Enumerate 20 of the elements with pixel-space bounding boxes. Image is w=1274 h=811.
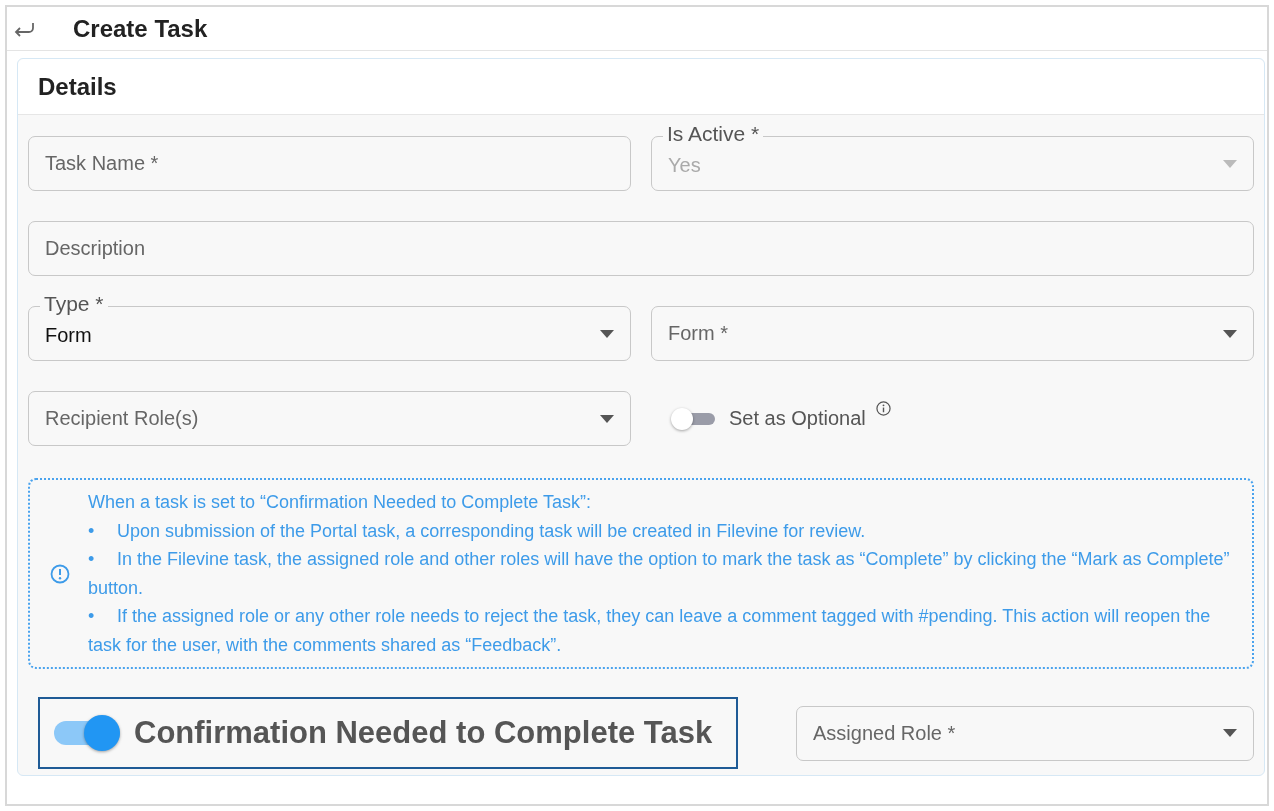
section-title: Details	[18, 59, 1264, 115]
text-field[interactable]: Description	[28, 221, 1254, 276]
page-title: Create Task	[73, 14, 208, 43]
note-intro: When a task is set to “Confirmation Needed to Complete Task”:	[88, 491, 592, 514]
toggle-label: Set as Optional	[729, 407, 866, 430]
bullet-point: • In the Filevine task, the assigned role and other roles will have the option to mark the task as “Complete” by clicking the “Mark as Complete” button.	[88, 548, 1231, 600]
alert-icon	[50, 563, 70, 584]
select-field[interactable]: Assigned Role *	[796, 705, 1254, 761]
toggle-label: Confirmation Needed to Complete Task	[134, 715, 713, 751]
bullet-point: • If the assigned role or any other role needs to reject the task, they can leave a comment tagged with #pending. This action will reopen the task for the user, with the comments shared as “Feedback”.	[88, 605, 1212, 657]
select-field[interactable]: Recipient Role(s)	[28, 391, 631, 446]
toggle-switch[interactable]	[671, 409, 715, 428]
dropdown-arrow-icon	[600, 329, 614, 338]
dropdown-arrow-icon	[600, 414, 614, 423]
select-field[interactable]: Form *	[651, 306, 1254, 361]
bullet-point: • Upon submission of the Portal task, a corresponding task will be created in Filevine for review.	[88, 519, 867, 543]
dropdown-arrow-icon	[1223, 729, 1237, 737]
dropdown-arrow-icon	[1223, 329, 1237, 338]
text-field[interactable]: Task Name *	[28, 136, 631, 191]
dropdown-arrow-icon	[1223, 159, 1237, 168]
